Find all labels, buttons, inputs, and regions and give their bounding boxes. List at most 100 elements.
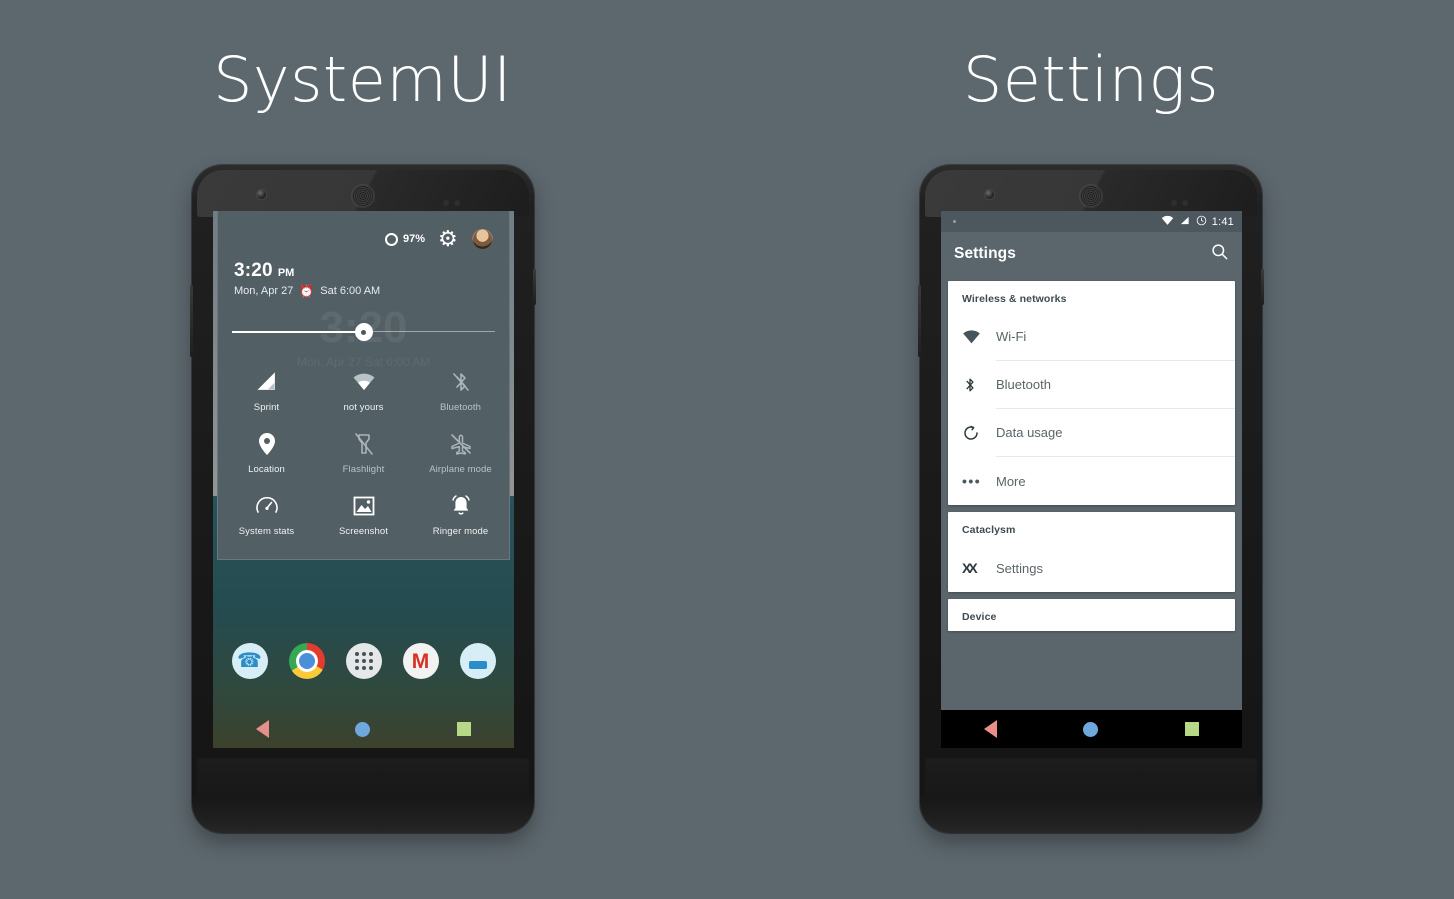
qs-tile-wifi[interactable]: not yours — [315, 359, 412, 421]
qs-tile-screenshot[interactable]: Screenshot — [315, 483, 412, 545]
app-drawer-icon[interactable] — [345, 643, 382, 679]
bluetooth-icon — [962, 375, 996, 395]
front-camera-icon — [257, 190, 266, 199]
status-bar: 1:41 — [941, 211, 1242, 232]
page-title: Settings — [954, 245, 1016, 262]
proximity-sensor-icon — [443, 193, 481, 206]
screen-settings: 1:41 Settings Wireless & networks Wi-Fi … — [941, 211, 1242, 748]
screenshot-stage: SystemUI Settings ☎ M 97% ⚙ 3:20 PM Mon,… — [0, 0, 1454, 899]
qs-tile-sprint[interactable]: Sprint — [218, 359, 315, 421]
messaging-app-icon[interactable] — [459, 643, 496, 679]
clock-time-label: 3:20 — [234, 260, 273, 281]
section-header: Cataclysm — [962, 524, 1016, 536]
qs-tile-ringer-mode[interactable]: Ringer mode — [412, 483, 509, 545]
battery-percent-label: 97% — [402, 233, 425, 245]
settings-row-data-usage[interactable]: Data usage — [948, 409, 1235, 457]
gear-icon[interactable] — [438, 230, 458, 249]
settings-list[interactable]: Wireless & networks Wi-Fi Bluetooth Data… — [941, 276, 1242, 748]
power-button[interactable] — [533, 269, 536, 305]
settings-card-wireless: Wireless & networks Wi-Fi Bluetooth Data… — [948, 281, 1235, 505]
wifi-icon — [317, 369, 410, 395]
phone-top-bezel — [197, 170, 529, 217]
qs-tile-bluetooth[interactable]: Bluetooth — [412, 359, 509, 421]
tile-row: Location Flashlight Airplane mode — [218, 421, 509, 483]
qs-tile-label: Flashlight — [342, 464, 385, 475]
qs-tile-label: Airplane mode — [429, 464, 492, 475]
gmail-app-icon[interactable] — [402, 643, 439, 679]
brightness-thumb[interactable] — [354, 323, 373, 341]
alarm-clock-icon: ⏰ — [299, 284, 315, 298]
tile-row: System stats Screenshot Ringer mode — [218, 483, 509, 545]
qs-tile-airplane-mode[interactable]: Airplane mode — [412, 421, 509, 483]
home-circle-icon[interactable] — [355, 721, 371, 737]
settings-row-label: Wi-Fi — [996, 329, 1027, 344]
image-icon — [317, 493, 410, 519]
earpiece-speaker-icon — [1080, 185, 1102, 207]
settings-row-wifi[interactable]: Wi-Fi — [948, 313, 1235, 361]
back-triangle-icon[interactable] — [984, 720, 998, 738]
qs-tile-label: Location — [248, 464, 285, 475]
quick-settings-tiles: Sprint not yours Bluetooth Location Flas… — [218, 353, 509, 559]
volume-rocker-button[interactable] — [918, 285, 921, 357]
phone-device-systemui: 97% 3:20 PM Mon, Apr 27 ⏰ Sat 6:00 AM — [190, 165, 536, 833]
settings-card-cataclysm: Cataclysm ΧΧ Settings — [948, 512, 1235, 592]
phone-bottom-bezel — [197, 758, 529, 828]
wifi-icon — [962, 329, 996, 345]
qs-tile-flashlight[interactable]: Flashlight — [315, 421, 412, 483]
settings-row-cataclysm-settings[interactable]: ΧΧ Settings — [948, 544, 1235, 592]
home-circle-icon[interactable] — [1083, 721, 1099, 737]
settings-card-device: Device — [948, 599, 1235, 631]
settings-row-label: Settings — [996, 560, 1043, 576]
qs-tile-location[interactable]: Location — [218, 421, 315, 483]
qs-tile-system-stats[interactable]: System stats — [218, 483, 315, 545]
status-notification-dot — [953, 220, 956, 223]
user-avatar[interactable] — [472, 228, 493, 250]
settings-row-more[interactable]: ••• More — [948, 457, 1235, 505]
location-pin-icon — [220, 431, 313, 457]
recents-square-icon[interactable] — [1184, 722, 1199, 736]
phone-app-icon[interactable] — [231, 643, 268, 679]
cell-signal-icon — [1179, 215, 1191, 229]
qs-tile-label: System stats — [238, 526, 295, 537]
qs-tile-label: Screenshot — [338, 526, 389, 537]
settings-row-bluetooth[interactable]: Bluetooth — [948, 361, 1235, 409]
proximity-sensor-icon — [1171, 193, 1209, 206]
speedometer-icon — [220, 493, 313, 519]
date-label: Mon, Apr 27 — [234, 285, 294, 297]
phone-top-bezel — [925, 170, 1257, 217]
quick-settings-date-row: Mon, Apr 27 ⏰ Sat 6:00 AM — [234, 285, 493, 297]
volume-rocker-button[interactable] — [190, 285, 193, 357]
section-header: Device — [962, 611, 997, 623]
back-triangle-icon[interactable] — [256, 720, 270, 738]
quick-settings-shade: 97% 3:20 PM Mon, Apr 27 ⏰ Sat 6:00 AM — [217, 211, 510, 560]
power-button[interactable] — [1261, 269, 1264, 305]
navigation-bar-systemui — [213, 710, 514, 748]
page-title-settings: Settings — [962, 43, 1220, 116]
recents-square-icon[interactable] — [456, 722, 471, 736]
battery-status: 97% — [384, 232, 425, 246]
front-camera-icon — [985, 190, 994, 199]
flashlight-off-icon — [317, 431, 410, 457]
brightness-slider[interactable]: 3:20 Mon, Apr 27 Sat 6:00 AM — [232, 303, 495, 369]
clock-ampm-label: PM — [277, 267, 295, 279]
qs-tile-label: not yours — [343, 402, 384, 413]
bluetooth-off-icon — [414, 369, 507, 395]
page-title-systemui: SystemUI — [213, 43, 512, 116]
status-clock-label: 1:41 — [1211, 215, 1234, 228]
navigation-bar-settings — [941, 710, 1242, 748]
qs-tile-label: Ringer mode — [432, 526, 489, 537]
qs-tile-label: Bluetooth — [439, 402, 482, 413]
cataclysm-icon: ΧΧ — [962, 560, 978, 576]
section-header: Wireless & networks — [962, 293, 1067, 305]
settings-row-label: Bluetooth — [996, 377, 1051, 392]
cell-signal-icon — [220, 369, 313, 395]
quick-settings-clock: 3:20 PM — [234, 260, 493, 282]
settings-row-label: Data usage — [996, 425, 1063, 440]
tile-row: Sprint not yours Bluetooth — [218, 359, 509, 421]
wifi-icon — [1161, 215, 1174, 229]
more-dots-icon: ••• — [962, 473, 982, 489]
alarm-time-label: Sat 6:00 AM — [320, 285, 381, 297]
qs-tile-label: Sprint — [253, 402, 280, 413]
search-icon[interactable] — [1210, 242, 1229, 266]
chrome-app-icon[interactable] — [288, 643, 325, 679]
